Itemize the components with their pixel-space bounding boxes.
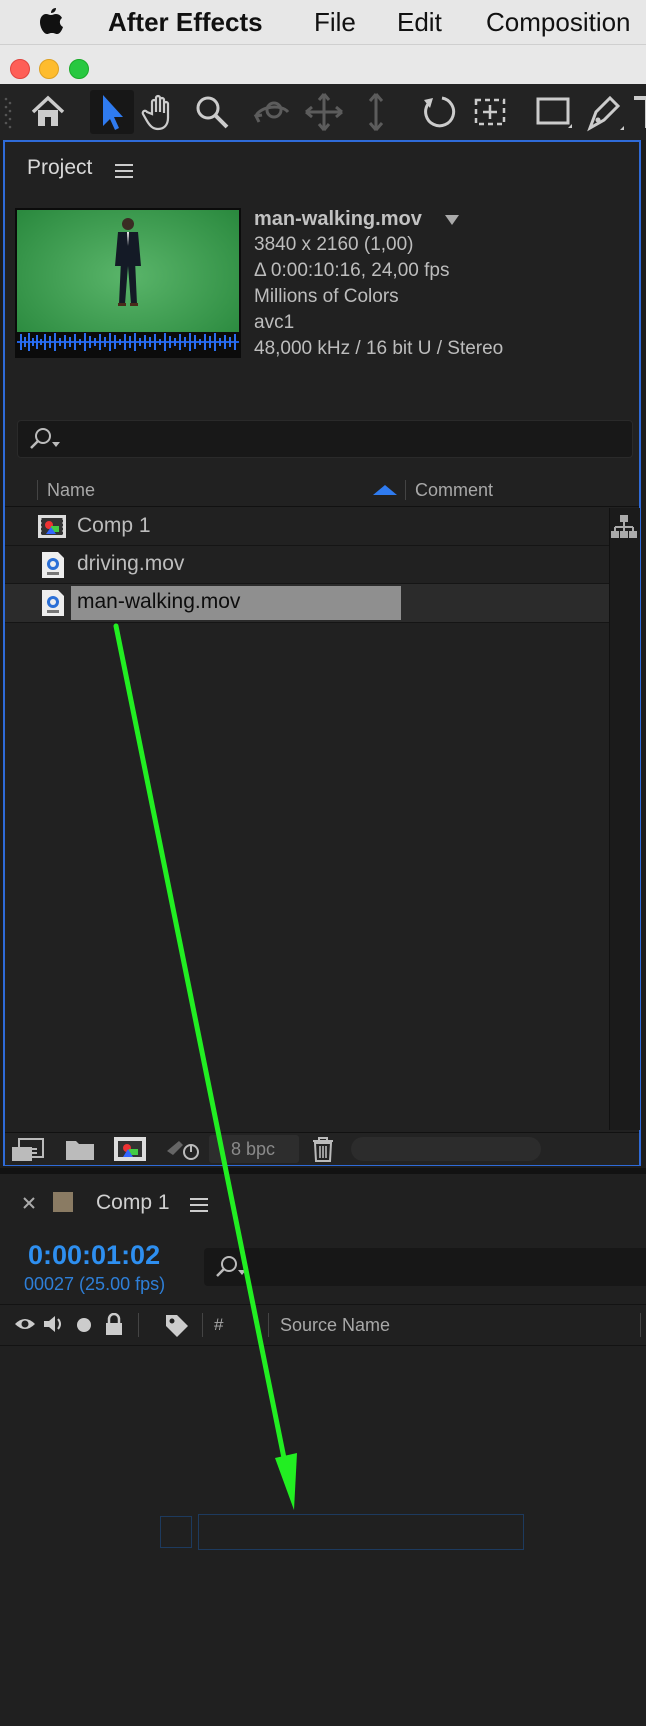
drag-arrow-annotation (113, 623, 297, 1510)
